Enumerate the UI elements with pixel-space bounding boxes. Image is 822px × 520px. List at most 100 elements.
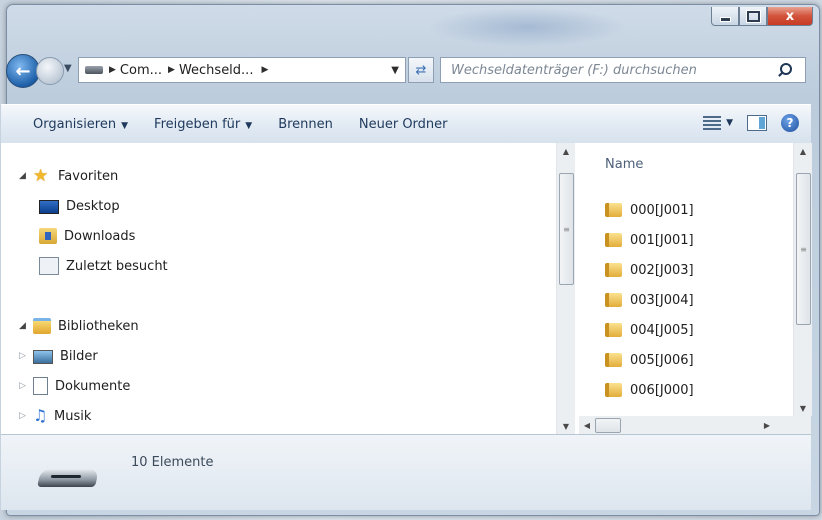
maximize-button[interactable] — [739, 7, 767, 26]
file-name: 001[J001] — [630, 232, 694, 248]
nav-item-desktop[interactable]: Desktop — [19, 191, 168, 221]
file-list: 000[J001] 001[J001] 002[J003] 003[J004] … — [605, 195, 694, 405]
list-item[interactable]: 001[J001] — [605, 225, 694, 255]
breadcrumb-separator-icon[interactable]: ▶ — [109, 65, 116, 75]
item-count: 10 Elemente — [131, 455, 214, 470]
list-item[interactable]: 006[J000] — [605, 375, 694, 405]
minimize-icon — [719, 16, 731, 22]
downloads-icon — [39, 228, 57, 244]
scroll-down-icon[interactable]: ▼ — [794, 400, 812, 416]
content-area: ◢ ★ Favoriten Desktop Downloads Zuletzt … — [1, 143, 812, 434]
folder-icon — [605, 353, 622, 367]
share-menu[interactable]: Freigeben für ▼ — [154, 117, 252, 132]
breadcrumb-separator-icon[interactable]: ▶ — [261, 65, 268, 75]
caption-buttons: x — [711, 7, 813, 26]
nav-item-pictures[interactable]: ▷ Bilder — [19, 341, 168, 371]
share-label: Freigeben für — [154, 116, 241, 132]
scrollbar-thumb[interactable]: ≡ — [559, 173, 574, 285]
file-name: 005[J006] — [630, 352, 694, 368]
file-name: 006[J000] — [630, 382, 694, 398]
search-icon[interactable] — [777, 63, 792, 77]
back-button[interactable]: ← — [6, 54, 40, 88]
burn-label: Brennen — [278, 116, 333, 132]
new-folder-label: Neuer Ordner — [358, 116, 448, 132]
file-pane-hscrollbar[interactable]: ◀ ▶ — [579, 416, 775, 434]
scroll-up-icon[interactable]: ▲ — [557, 143, 575, 159]
close-button[interactable]: x — [767, 7, 813, 26]
details-pane: 10 Elemente — [1, 434, 811, 510]
expand-triangle-icon[interactable]: ◢ — [19, 171, 29, 181]
breadcrumb-computer[interactable]: Com... — [120, 63, 162, 78]
address-bar[interactable]: ▶ Com... ▶ Wechseld... ▶ ▼ — [78, 57, 406, 83]
scrollbar-thumb[interactable] — [595, 417, 621, 433]
nav-favorites[interactable]: ◢ ★ Favoriten — [19, 161, 168, 191]
navigation-pane: ◢ ★ Favoriten Desktop Downloads Zuletzt … — [1, 143, 575, 434]
close-icon: x — [785, 8, 795, 24]
nav-item-downloads[interactable]: Downloads — [19, 221, 168, 251]
list-item[interactable]: 003[J004] — [605, 285, 694, 315]
nav-item-label: Downloads — [64, 228, 136, 244]
folder-icon — [605, 323, 622, 337]
list-item[interactable]: 000[J001] — [605, 195, 694, 225]
search-box[interactable] — [440, 57, 806, 83]
command-bar: Organisieren ▼ Freigeben für ▼ Brennen Neu… — [1, 104, 811, 144]
file-name: 000[J001] — [630, 202, 694, 218]
collapsed-triangle-icon[interactable]: ▷ — [19, 351, 29, 361]
music-icon: ♫ — [33, 406, 48, 425]
history-dropdown-icon[interactable]: ▼ — [64, 63, 72, 74]
refresh-button[interactable]: ⇄ — [408, 57, 434, 83]
list-item[interactable]: 005[J006] — [605, 345, 694, 375]
nav-libraries[interactable]: ◢ Bibliotheken — [19, 311, 168, 341]
desktop-icon — [39, 200, 59, 214]
title-bar-glass — [427, 7, 627, 47]
expand-triangle-icon[interactable]: ◢ — [19, 321, 29, 331]
nav-tree: ◢ ★ Favoriten Desktop Downloads Zuletzt … — [19, 161, 168, 431]
libraries-icon — [33, 318, 51, 334]
usb-drive-icon — [37, 463, 99, 491]
help-icon[interactable]: ? — [781, 114, 799, 132]
breadcrumb-separator-icon[interactable]: ▶ — [168, 65, 175, 75]
view-controls: ▼ ? — [703, 114, 799, 132]
organize-label: Organisieren — [33, 116, 117, 132]
change-view-button[interactable]: ▼ — [703, 115, 733, 131]
nav-item-label: Bilder — [60, 348, 98, 364]
collapsed-triangle-icon[interactable]: ▷ — [19, 411, 29, 421]
collapsed-triangle-icon[interactable]: ▷ — [19, 381, 29, 391]
breadcrumb-removable-drive[interactable]: Wechseld... — [179, 63, 254, 78]
star-icon: ★ — [33, 166, 49, 186]
nav-item-label: Dokumente — [55, 378, 131, 394]
organize-menu[interactable]: Organisieren ▼ — [33, 117, 128, 132]
scroll-up-icon[interactable]: ▲ — [794, 143, 812, 159]
breadcrumb: ▶ Wechseld... ▶ — [168, 63, 272, 78]
preview-pane-icon[interactable] — [747, 115, 767, 131]
folder-icon — [605, 233, 622, 247]
address-dropdown-icon[interactable]: ▼ — [391, 65, 399, 76]
chevron-down-icon: ▼ — [726, 118, 733, 128]
minimize-button[interactable] — [711, 7, 739, 26]
forward-button[interactable] — [36, 57, 64, 85]
documents-icon — [33, 377, 48, 395]
chevron-down-icon: ▼ — [245, 120, 253, 131]
scroll-left-icon[interactable]: ◀ — [579, 421, 595, 430]
nav-item-documents[interactable]: ▷ Dokumente — [19, 371, 168, 401]
pictures-icon — [33, 350, 53, 364]
column-header-name[interactable]: Name — [605, 157, 643, 172]
back-arrow-icon: ← — [15, 60, 31, 82]
recent-places-icon — [39, 257, 59, 275]
search-input[interactable] — [449, 61, 773, 79]
nav-item-recent[interactable]: Zuletzt besucht — [19, 251, 168, 281]
list-item[interactable]: 004[J005] — [605, 315, 694, 345]
scroll-down-icon[interactable]: ▼ — [557, 418, 575, 434]
nav-item-music[interactable]: ▷ ♫ Musik — [19, 401, 168, 431]
scroll-right-icon[interactable]: ▶ — [759, 421, 775, 430]
file-pane-vscrollbar[interactable]: ▲ ≡ ▼ — [793, 143, 812, 416]
chevron-down-icon: ▼ — [121, 120, 129, 131]
nav-pane-scrollbar[interactable]: ▲ ≡ ▼ — [556, 143, 575, 434]
burn-button[interactable]: Brennen — [278, 117, 333, 132]
scrollbar-thumb[interactable]: ≡ — [796, 173, 811, 325]
new-folder-button[interactable]: Neuer Ordner — [359, 117, 448, 132]
file-name: 004[J005] — [630, 322, 694, 338]
folder-icon — [605, 203, 622, 217]
list-item[interactable]: 002[J003] — [605, 255, 694, 285]
